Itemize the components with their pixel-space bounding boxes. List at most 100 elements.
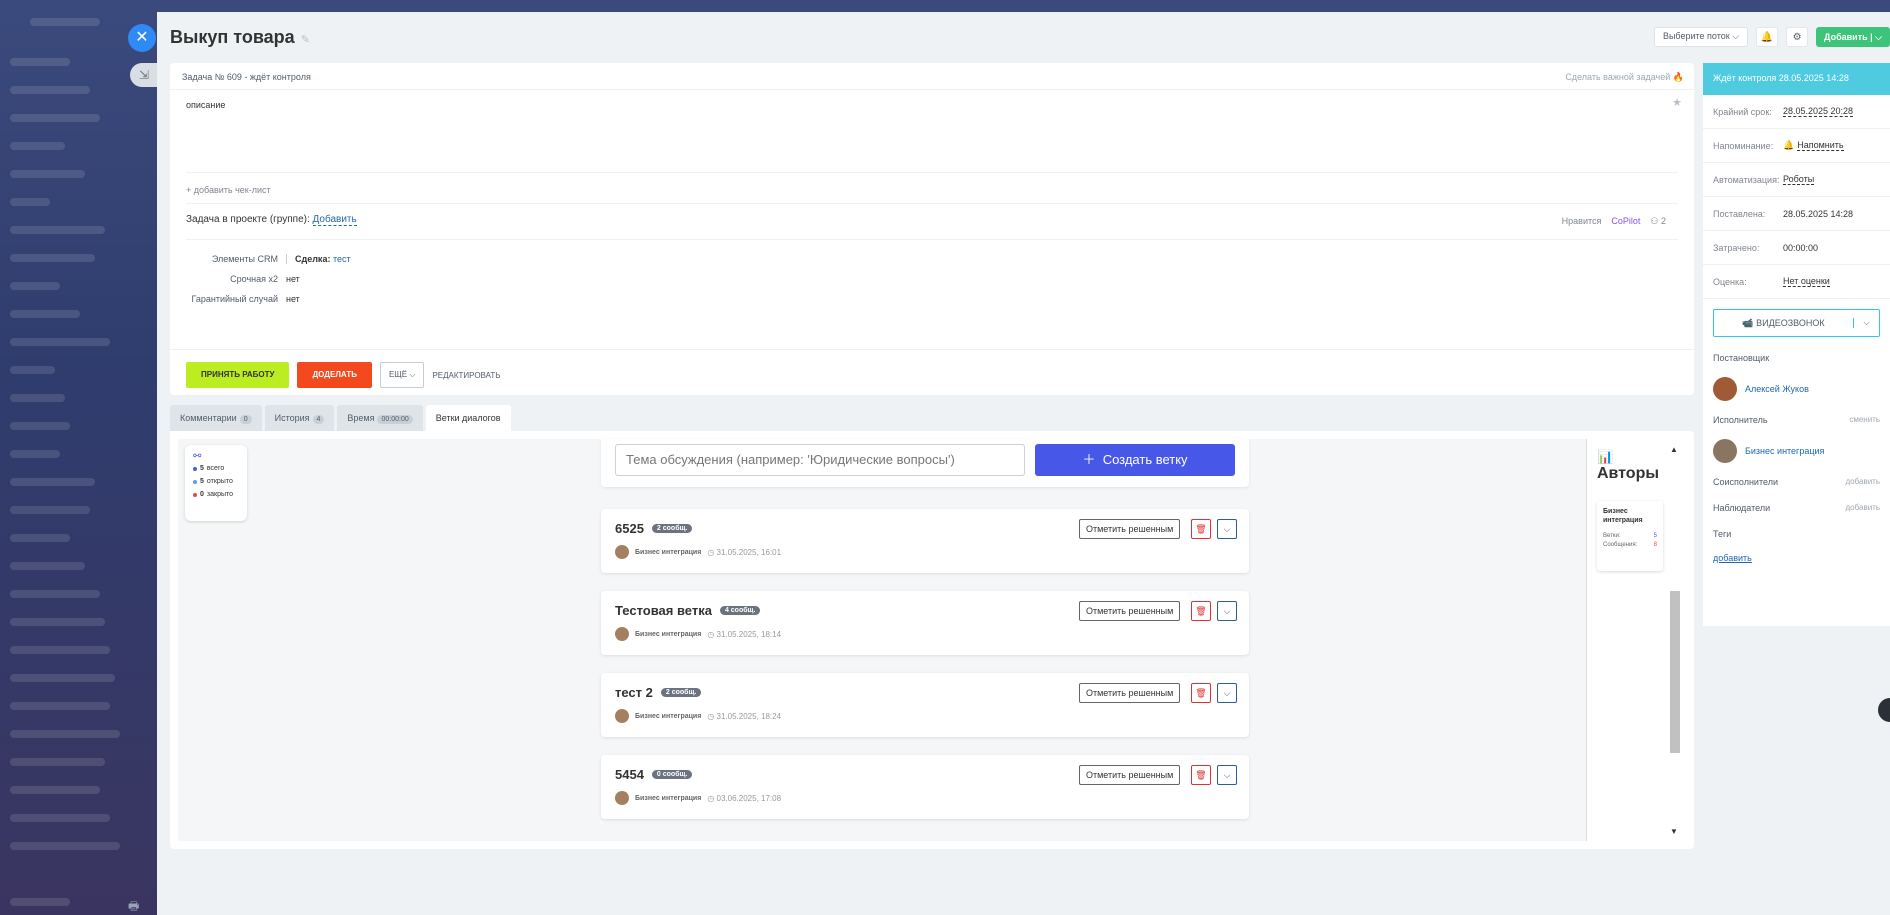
branch-stats: ⚯ 5 всего 5 открыто 0 закрыто xyxy=(185,445,247,521)
background-app-sidebar xyxy=(0,0,160,915)
create-branch-button[interactable]: ＋ Создать ветку xyxy=(1035,444,1235,476)
expand-branch-button[interactable]: ⌵ xyxy=(1217,765,1237,785)
topic-input[interactable]: Тема обсуждения (например: 'Юридические … xyxy=(615,444,1025,476)
branch-date: ◷ 31.05.2025, 16:01 xyxy=(707,548,781,557)
chart-icon: 📊 xyxy=(1597,449,1614,464)
assignee[interactable]: Бизнес интеграция xyxy=(1703,435,1890,471)
delete-branch-button[interactable]: 🗑 xyxy=(1191,601,1211,621)
expand-branch-button[interactable]: ⌵ xyxy=(1217,601,1237,621)
project-label: Задача в проекте (группе): xyxy=(186,214,310,225)
top-toolbar: Выберите поток ⌵ 🔔 ⚙ Добавить | ⌵ xyxy=(1653,27,1890,47)
row-label: Поставлена: xyxy=(1713,208,1766,219)
close-slider-button[interactable]: ✕ xyxy=(128,24,156,52)
mark-resolved-button[interactable]: Отметить решенным xyxy=(1079,601,1181,621)
more-label: ЕЩЁ xyxy=(388,370,408,379)
scroll-thumb[interactable] xyxy=(1670,591,1680,753)
status-banner: Ждёт контроля 28.05.2025 14:28 xyxy=(1703,63,1890,95)
creator[interactable]: Алексей Жуков xyxy=(1703,373,1890,409)
redo-button[interactable]: ДОДЕЛАТЬ xyxy=(297,362,372,388)
add-checklist-link[interactable]: + добавить чек-лист xyxy=(170,173,1694,203)
like-button[interactable]: Нравится xyxy=(1562,216,1602,227)
branch-card[interactable]: Тестовая ветка 4 сообщ. Бизнес интеграция… xyxy=(601,591,1249,655)
accept-work-button[interactable]: ПРИНЯТЬ РАБОТУ xyxy=(186,362,290,388)
add-coexecutor-link[interactable]: добавить xyxy=(1845,477,1880,486)
rating-link[interactable]: Нет оценки xyxy=(1783,276,1830,287)
gear-icon[interactable]: ⚙ xyxy=(1786,27,1809,47)
edit-button[interactable]: РЕДАКТИРОВАТЬ xyxy=(432,371,500,380)
task-card: Задача № 609 - ждёт контроля Сделать важ… xyxy=(170,63,1694,395)
tab-comments[interactable]: Комментарии 0 xyxy=(170,405,262,431)
title-text: Выкуп товара xyxy=(170,27,295,47)
dialog-branches-frame: ⚯ 5 всего 5 открыто 0 закрыто Тема обсуж… xyxy=(178,439,1686,841)
tags-section: Теги xyxy=(1703,523,1890,549)
printer-icon[interactable]: 🖶 xyxy=(128,897,139,915)
close-icon: ✕ xyxy=(135,29,149,46)
chevron-down-icon[interactable]: ⌵ xyxy=(1853,318,1879,328)
robots-link[interactable]: Роботы xyxy=(1783,174,1815,185)
sidebar-row-spent: Затрачено: 00:00:00 xyxy=(1703,231,1890,265)
hierarchy-icon: ⚯ xyxy=(193,451,202,462)
chevron-down-icon: ⌵ xyxy=(1875,32,1882,42)
deal-link[interactable]: тест xyxy=(333,254,351,264)
row-label: Автоматизация: xyxy=(1713,174,1780,185)
mark-resolved-button[interactable]: Отметить решенным xyxy=(1079,519,1181,539)
clock-icon: ◷ xyxy=(707,711,715,721)
scroll-up-icon[interactable]: ▲ xyxy=(1670,445,1678,454)
make-important-link[interactable]: Сделать важной задачей 🔥 xyxy=(1565,72,1684,83)
add-tags-link[interactable]: добавить xyxy=(1703,549,1890,567)
branch-card[interactable]: 5454 0 сообщ. Бизнес интеграция ◷ 03.06.20… xyxy=(601,755,1249,819)
authors-title: 📊 Авторы xyxy=(1597,449,1659,483)
expand-branch-button[interactable]: ⌵ xyxy=(1217,519,1237,539)
flow-select[interactable]: Выберите поток ⌵ xyxy=(1653,27,1749,47)
add-button[interactable]: Добавить | ⌵ xyxy=(1816,27,1890,47)
branch-card[interactable]: тест 2 2 сообщ. Бизнес интеграция ◷ 31.05.… xyxy=(601,673,1249,737)
branch-card[interactable]: 6525 2 сообщ. Бизнес интеграция ◷ 31.05.20… xyxy=(601,509,1249,573)
stat-value: 5 xyxy=(200,478,204,485)
copilot-link[interactable]: CoPilot xyxy=(1611,216,1640,227)
stat-value: 0 xyxy=(200,491,204,498)
scroll-down-icon[interactable]: ▼ xyxy=(1670,827,1678,836)
bell-icon[interactable]: 🔔 xyxy=(1756,27,1779,47)
mark-resolved-button[interactable]: Отметить решенным xyxy=(1079,683,1181,703)
scrollbar[interactable]: ▲ ▼ xyxy=(1667,445,1681,836)
page-title: Выкуп товара ✎ xyxy=(170,27,310,48)
section-label: Теги xyxy=(1713,529,1732,539)
video-call-button[interactable]: 📹 ВИДЕОЗВОНОК ⌵ xyxy=(1713,309,1880,337)
branch-meta: Бизнес интеграция ◷ 03.06.2025, 17:08 xyxy=(615,791,781,805)
tab-dialog-branches[interactable]: Ветки диалогов xyxy=(425,405,511,431)
delete-branch-button[interactable]: 🗑 xyxy=(1191,683,1211,703)
crm-label: Элементы CRM xyxy=(211,254,278,264)
branch-author: Бизнес интеграция xyxy=(635,630,702,638)
branch-meta: Бизнес интеграция ◷ 31.05.2025, 18:14 xyxy=(615,627,781,641)
crm-key: Сделка: xyxy=(295,254,331,264)
assignee-section: Исполнитель сменить xyxy=(1703,409,1890,435)
edit-title-icon[interactable]: ✎ xyxy=(301,34,310,46)
expand-branch-button[interactable]: ⌵ xyxy=(1217,683,1237,703)
task-slider: Выкуп товара ✎ Выберите поток ⌵ 🔔 ⚙ Добав… xyxy=(157,12,1890,915)
create-branch-label: Создать ветку xyxy=(1102,452,1188,467)
change-assignee-link[interactable]: сменить xyxy=(1849,415,1880,424)
message-count-badge: 0 сообщ. xyxy=(651,770,693,779)
tab-history[interactable]: История 4 xyxy=(264,405,335,431)
collapse-slider-button[interactable]: ⇲ xyxy=(130,63,158,87)
add-observer-link[interactable]: добавить xyxy=(1845,503,1880,512)
likes-area: Нравится CoPilot ⚇ 2 xyxy=(1562,216,1666,227)
mark-resolved-button[interactable]: Отметить решенным xyxy=(1079,765,1181,785)
branch-title: 5454 0 сообщ. xyxy=(615,767,693,782)
delete-branch-button[interactable]: 🗑 xyxy=(1191,519,1211,539)
tab-time[interactable]: Время 00:00:00 xyxy=(337,405,423,431)
delete-branch-button[interactable]: 🗑 xyxy=(1191,765,1211,785)
deadline-value[interactable]: 28.05.2025 20:28 xyxy=(1783,106,1854,117)
add-project-link[interactable]: Добавить xyxy=(312,214,357,226)
more-button[interactable]: ЕЩЁ ⌵ xyxy=(379,362,425,388)
row-label: Оценка: xyxy=(1713,276,1747,287)
row-label: Крайний срок: xyxy=(1713,106,1772,117)
chevron-down-icon: ⌵ xyxy=(1732,31,1740,41)
remind-link[interactable]: Напомнить xyxy=(1797,140,1844,151)
branch-title: 6525 2 сообщ. xyxy=(615,521,693,536)
coexecutors-section: Соисполнители добавить xyxy=(1703,471,1890,497)
message-count-badge: 2 сообщ. xyxy=(651,524,693,533)
sidebar-row-deadline: Крайний срок: 28.05.2025 20:28 xyxy=(1703,95,1890,129)
star-icon[interactable]: ★ xyxy=(1672,96,1682,109)
dialog-branches-panel: ⚯ 5 всего 5 открыто 0 закрыто Тема обсуж… xyxy=(170,431,1694,849)
